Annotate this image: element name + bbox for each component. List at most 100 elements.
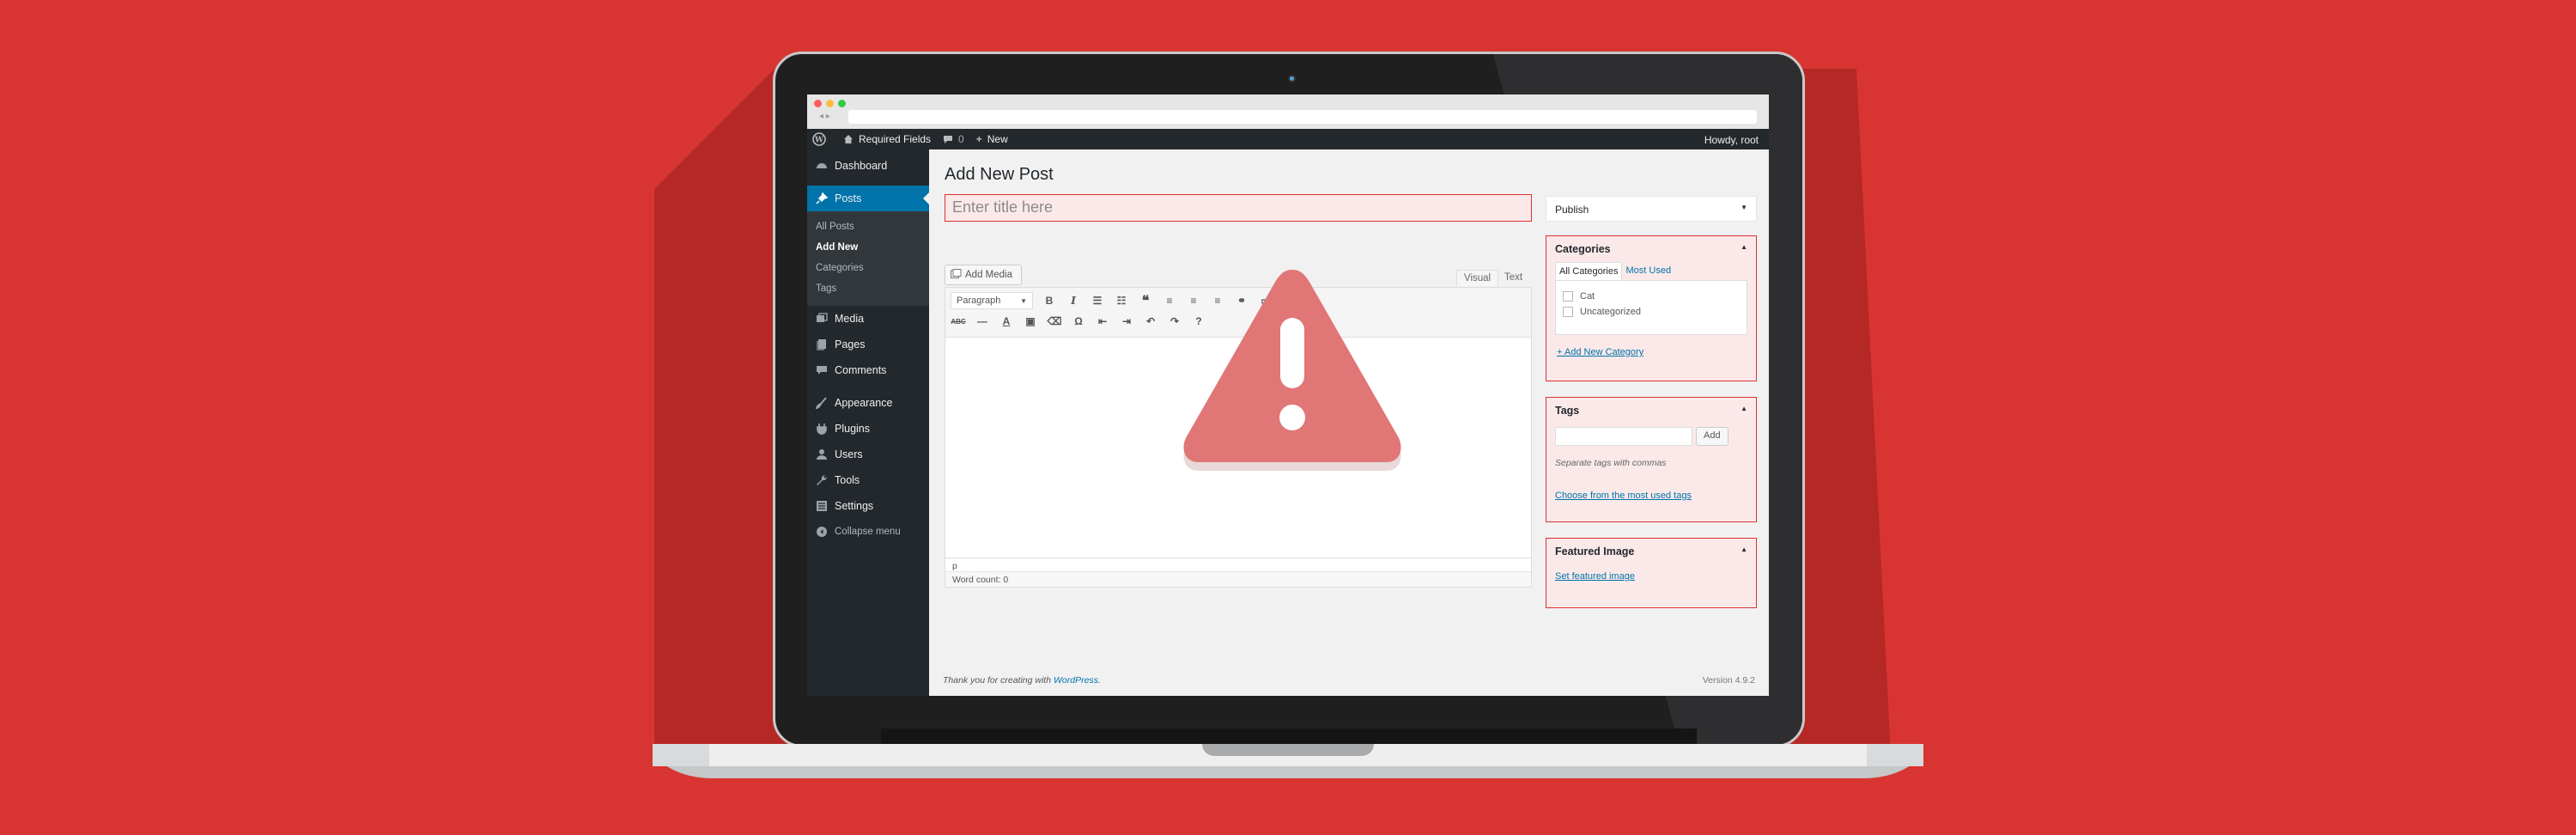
- sidebar-item-tools[interactable]: Tools: [807, 467, 929, 493]
- sidebar-item-label: Tools: [835, 474, 860, 486]
- sidebar-item-pages[interactable]: Pages: [807, 332, 929, 357]
- maximize-window-icon[interactable]: [838, 100, 846, 107]
- special-character-icon[interactable]: Ω: [1071, 315, 1086, 327]
- choose-tags-link[interactable]: Choose from the most used tags: [1555, 491, 1692, 501]
- submenu-add-new[interactable]: Add New: [807, 237, 929, 258]
- add-media-button[interactable]: Add Media: [945, 265, 1022, 285]
- indent-icon[interactable]: ⇥: [1119, 315, 1134, 327]
- sidebar-item-label: Plugins: [835, 423, 870, 435]
- category-item[interactable]: Uncategorized: [1563, 307, 1740, 317]
- sidebar-item-media[interactable]: Media: [807, 306, 929, 332]
- submenu-categories[interactable]: Categories: [807, 258, 929, 278]
- word-count: Word count: 0: [945, 571, 1531, 587]
- sidebar-item-label: Appearance: [835, 397, 893, 409]
- numbered-list-icon[interactable]: ☷: [1114, 295, 1129, 307]
- tab-most-used[interactable]: Most Used: [1622, 262, 1674, 280]
- sidebar-item-users[interactable]: Users: [807, 442, 929, 467]
- sidebar-item-label: Settings: [835, 500, 874, 512]
- screen: ◂ ▸ W Required Fields 0 + New Howdy, roo…: [807, 94, 1769, 696]
- users-icon: [816, 448, 828, 460]
- sidebar-item-appearance[interactable]: Appearance: [807, 390, 929, 416]
- site-name: Required Fields: [859, 133, 932, 145]
- category-label: Uncategorized: [1580, 307, 1641, 317]
- browser-search-bar[interactable]: [1482, 110, 1757, 124]
- media-icon: [816, 313, 828, 325]
- browser-chrome: ◂ ▸: [807, 94, 1769, 129]
- posts-submenu: All Posts Add New Categories Tags: [807, 211, 929, 306]
- tab-text[interactable]: Text: [1498, 270, 1529, 285]
- chevron-down-icon: ▼: [1020, 296, 1027, 305]
- admin-sidebar: Dashboard Posts All Posts Add New Catego…: [807, 149, 929, 696]
- checkbox[interactable]: [1563, 291, 1573, 302]
- tag-input[interactable]: [1555, 427, 1692, 446]
- add-new-category-link[interactable]: + Add New Category: [1557, 347, 1643, 357]
- clear-formatting-icon[interactable]: ⌫: [1047, 315, 1062, 327]
- add-media-icon: [951, 269, 962, 281]
- align-left-icon[interactable]: ≡: [1162, 295, 1177, 307]
- outdent-icon[interactable]: ⇤: [1095, 315, 1110, 327]
- close-window-icon[interactable]: [814, 100, 822, 107]
- strikethrough-icon[interactable]: ABC: [951, 318, 966, 326]
- submenu-all-posts[interactable]: All Posts: [807, 216, 929, 237]
- sidebar-item-comments[interactable]: Comments: [807, 357, 929, 383]
- wordpress-logo-icon[interactable]: W: [812, 132, 831, 146]
- undo-icon[interactable]: ↶: [1143, 315, 1158, 327]
- paste-text-icon[interactable]: ▣: [1023, 315, 1038, 327]
- post-title-input[interactable]: Enter title here: [945, 194, 1532, 222]
- nav-arrows-icon[interactable]: ◂ ▸: [819, 112, 830, 121]
- collapse-up-icon[interactable]: ▲: [1741, 545, 1747, 558]
- collapse-up-icon[interactable]: ▲: [1741, 405, 1747, 417]
- submenu-tags[interactable]: Tags: [807, 278, 929, 299]
- comments-icon: [816, 364, 828, 376]
- wordpress-link[interactable]: WordPress: [1054, 675, 1098, 686]
- pages-icon: [816, 338, 828, 350]
- warning-icon: [1183, 270, 1401, 471]
- horizontal-line-icon[interactable]: —: [975, 315, 990, 327]
- sidebar-item-plugins[interactable]: Plugins: [807, 416, 929, 442]
- new-link[interactable]: + New: [976, 133, 1008, 145]
- italic-icon[interactable]: I: [1066, 295, 1081, 307]
- comments-link[interactable]: 0: [943, 133, 964, 145]
- bold-icon[interactable]: B: [1042, 295, 1057, 307]
- minimize-window-icon[interactable]: [826, 100, 834, 107]
- chevron-down-icon: ▼: [1741, 204, 1747, 211]
- site-name-link[interactable]: Required Fields: [843, 133, 931, 145]
- sidebar-item-settings[interactable]: Settings: [807, 493, 929, 519]
- sidebar-item-label: Pages: [835, 338, 866, 350]
- categories-box: Categories ▲ All Categories Most Used Ca…: [1546, 235, 1757, 381]
- collapse-icon: [816, 526, 828, 538]
- laptop-hinge: [881, 728, 1697, 744]
- footer-thanks-suffix: .: [1097, 675, 1101, 686]
- collapse-menu-button[interactable]: Collapse menu: [807, 519, 929, 545]
- text-color-icon[interactable]: A: [999, 315, 1014, 327]
- collapse-up-icon[interactable]: ▲: [1741, 243, 1747, 255]
- categories-box-title: Categories: [1555, 243, 1611, 255]
- blockquote-icon[interactable]: ❝: [1138, 292, 1153, 309]
- url-bar[interactable]: [848, 110, 1510, 124]
- checkbox[interactable]: [1563, 307, 1573, 317]
- tab-all-categories[interactable]: All Categories: [1555, 262, 1623, 280]
- format-select[interactable]: Paragraph ▼: [951, 292, 1033, 309]
- brush-icon: [814, 397, 828, 411]
- publish-box[interactable]: Publish ▼: [1546, 196, 1757, 222]
- sidebar-item-label: Media: [835, 313, 865, 325]
- svg-text:W: W: [814, 137, 824, 145]
- wrench-icon: [816, 474, 828, 486]
- category-item[interactable]: Cat: [1563, 291, 1740, 302]
- camera-icon: [1288, 75, 1296, 82]
- howdy-user[interactable]: Howdy, root: [1704, 134, 1759, 146]
- new-label: New: [987, 133, 1008, 145]
- sidebar-item-dashboard[interactable]: Dashboard: [807, 153, 929, 179]
- plugin-icon: [816, 423, 828, 435]
- add-tag-button[interactable]: Add: [1696, 427, 1728, 446]
- bullet-list-icon[interactable]: ☰: [1090, 295, 1105, 307]
- sidebar-item-label: Posts: [835, 192, 862, 204]
- pin-icon: [816, 192, 829, 204]
- admin-bar: W Required Fields 0 + New Howdy, root: [807, 129, 1769, 149]
- footer-thanks: Thank you for creating with WordPress.: [943, 675, 1101, 686]
- tab-visual[interactable]: Visual: [1456, 270, 1499, 286]
- sidebar-item-posts[interactable]: Posts: [807, 186, 929, 211]
- sidebar-item-label: Comments: [835, 364, 887, 376]
- set-featured-image-link[interactable]: Set featured image: [1555, 571, 1635, 582]
- format-select-value: Paragraph: [957, 296, 1001, 306]
